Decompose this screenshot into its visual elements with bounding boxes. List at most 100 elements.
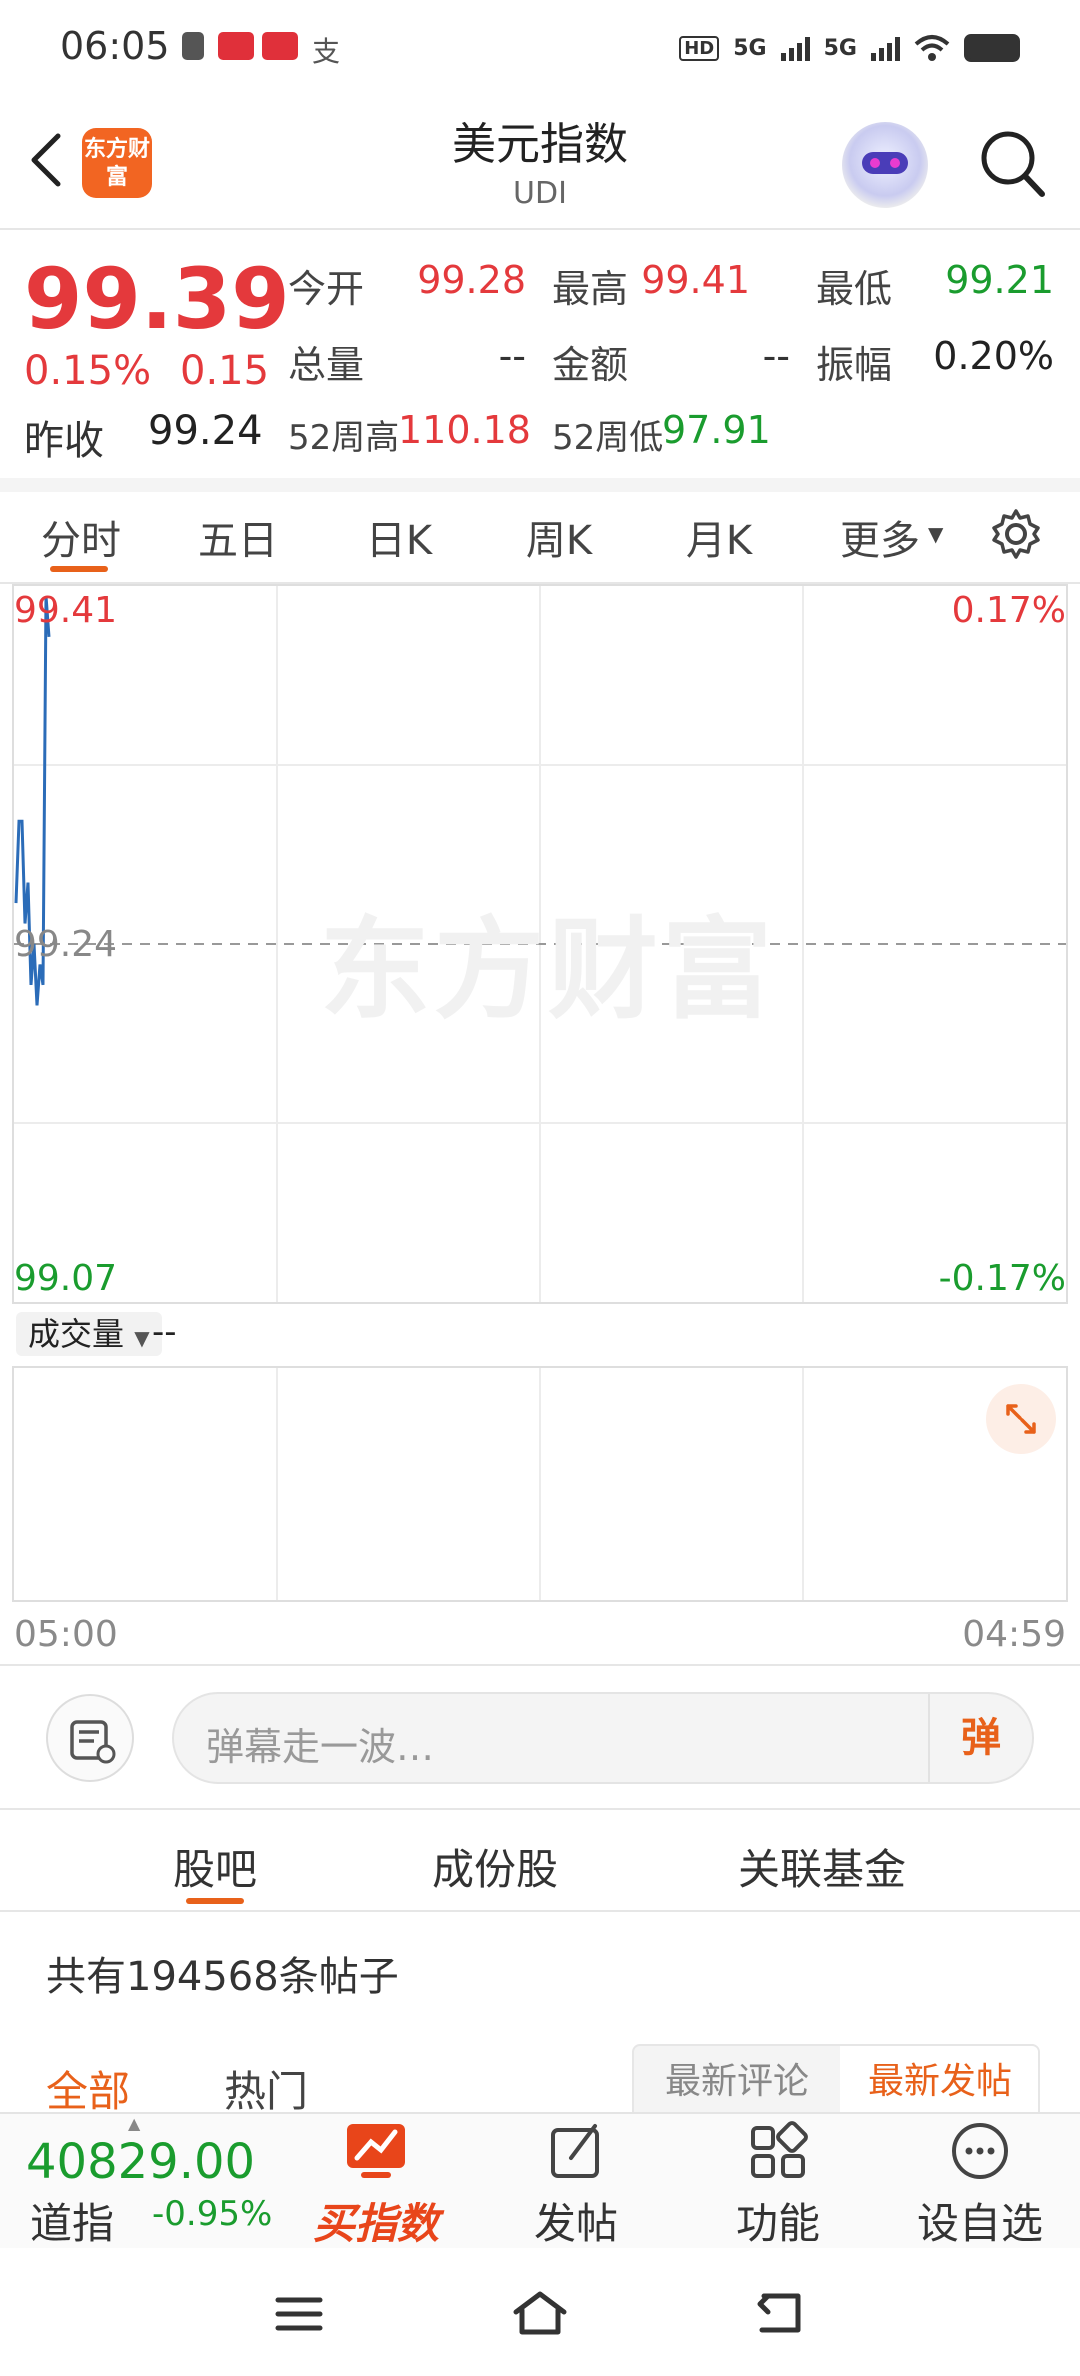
volume-dropdown-icon: ▼ [134, 1326, 150, 1350]
amount-value: -- [762, 334, 790, 378]
tab-daily-k[interactable]: 日K [354, 508, 444, 566]
open-value: 99.28 [417, 258, 526, 302]
assistant-robot-icon[interactable] [842, 122, 928, 208]
signal-2-icon [871, 35, 900, 61]
nav-add-watchlist[interactable]: 设自选 [908, 2118, 1052, 2251]
tab-five-day[interactable]: 五日 [190, 508, 286, 566]
signal-1-label: 5G [733, 35, 767, 61]
sort-toggle: 最新评论 最新发帖 [632, 2044, 1040, 2120]
volume-selector[interactable]: 成交量 ▼ [16, 1312, 162, 1356]
change-value: 0.15 [180, 348, 270, 394]
menu-icon[interactable] [274, 2294, 324, 2334]
nav-functions[interactable]: 功能 [708, 2118, 848, 2251]
divider [0, 1808, 1080, 1810]
divider [0, 228, 1080, 230]
volume-grid [276, 1368, 804, 1600]
y-axis-top-label: 99.41 [14, 590, 118, 631]
wifi-icon [914, 35, 950, 61]
amount-label: 金额 [552, 343, 629, 387]
divider [0, 1910, 1080, 1912]
nav-functions-label: 功能 [735, 2199, 820, 2248]
volume-value: -- [152, 1312, 177, 1352]
y-axis-mid-label: 99.24 [14, 924, 118, 965]
amplitude-label: 振幅 [816, 343, 893, 387]
more-circle-icon [947, 2118, 1013, 2184]
app-logo[interactable]: 东方财富 [82, 128, 152, 198]
change-percent: 0.15% [24, 348, 152, 394]
tab-more[interactable]: 更多 [832, 508, 928, 566]
low-value: 99.21 [945, 258, 1054, 302]
toutiao-icon [262, 32, 298, 60]
xiaohongshu-icon [218, 32, 254, 60]
low52-value: 97.91 [662, 408, 771, 452]
status-time: 06:05 [60, 24, 170, 68]
amplitude-value: 0.20% [933, 334, 1054, 378]
signal-2-label: 5G [823, 35, 857, 61]
battery-icon [964, 34, 1020, 62]
filter-hot[interactable]: 热门 [224, 2058, 308, 2119]
system-nav-bar [0, 2250, 1080, 2376]
tab-related-funds[interactable]: 关联基金 [724, 1836, 920, 1897]
sort-latest-comment[interactable]: 最新评论 [634, 2046, 840, 2118]
high52-value: 110.18 [398, 408, 531, 452]
tab-active-indicator [50, 566, 108, 572]
search-icon[interactable] [976, 122, 1048, 202]
index-code: UDI [513, 176, 567, 211]
system-icons: HD 5G 5G [679, 28, 1020, 68]
pct-bottom-label: -0.17% [938, 1258, 1066, 1299]
open-label: 今开 [288, 267, 365, 311]
more-dropdown-icon[interactable]: ▼ [928, 522, 943, 546]
volume-label: 总量 [288, 343, 365, 387]
filter-all[interactable]: 全部 [46, 2058, 130, 2119]
nav-post[interactable]: 发帖 [506, 2118, 646, 2251]
high-value: 99.41 [641, 258, 750, 302]
tab-weekly-k[interactable]: 周K [514, 508, 604, 566]
post-count: 共有194568条帖子 [46, 1954, 399, 2000]
back-nav-icon[interactable] [754, 2290, 806, 2336]
back-icon[interactable] [26, 130, 66, 190]
current-price: 99.39 [24, 250, 290, 348]
nav-buy-index[interactable]: 买指数 [306, 2118, 446, 2251]
dow-index-percent: -0.95% [152, 2194, 273, 2234]
low-label: 最低 [816, 267, 893, 311]
x-axis-end-label: 04:59 [962, 1614, 1066, 1655]
ticker-up-icon: ▲ [128, 2114, 141, 2133]
page-title: 美元指数 [452, 119, 628, 170]
hd-icon: HD [679, 35, 720, 61]
sort-latest-post[interactable]: 最新发帖 [840, 2046, 1038, 2118]
nav-buy-index-label: 买指数 [312, 2199, 439, 2248]
nav-add-watchlist-label: 设自选 [916, 2199, 1043, 2248]
nav-post-label: 发帖 [533, 2199, 618, 2248]
section-gap [0, 478, 1080, 492]
high-label: 最高 [552, 267, 629, 311]
alipay-icon: 支 [312, 35, 341, 68]
high52-label: 52周高 [288, 418, 400, 458]
expand-icon[interactable] [986, 1384, 1056, 1454]
danmu-placeholder: 弹幕走一波… [206, 1725, 435, 1769]
tab-intraday[interactable]: 分时 [34, 508, 128, 566]
settings-gear-icon[interactable] [990, 508, 1042, 560]
volume-chart [12, 1366, 1068, 1602]
tab-forum[interactable]: 股吧 [158, 1836, 272, 1897]
divider [0, 1664, 1080, 1666]
notification-icon [182, 32, 204, 60]
dow-index-name[interactable]: 道指 [30, 2190, 114, 2251]
tab-constituents[interactable]: 成份股 [420, 1836, 570, 1897]
danmu-send-button[interactable]: 弹 [928, 1694, 1032, 1782]
danmu-settings-icon[interactable] [46, 1694, 134, 1782]
prev-close-value: 99.24 [148, 408, 263, 454]
x-axis-start-label: 05:00 [14, 1614, 118, 1655]
signal-1-icon [780, 35, 810, 61]
functions-grid-icon [745, 2118, 811, 2184]
pct-top-label: 0.17% [951, 590, 1066, 631]
edit-icon [543, 2118, 609, 2184]
dow-index-value[interactable]: 40829.00 [26, 2134, 255, 2190]
watermark: 东方财富 [320, 906, 776, 1034]
home-icon[interactable] [510, 2288, 570, 2338]
buy-index-icon [343, 2118, 409, 2184]
prev-close-label: 昨收 [24, 418, 104, 464]
status-bar: 06:05 支 HD 5G 5G [0, 0, 1080, 96]
tab-active-indicator [186, 1898, 244, 1904]
volume-value: -- [498, 334, 526, 378]
tab-monthly-k[interactable]: 月K [674, 508, 764, 566]
